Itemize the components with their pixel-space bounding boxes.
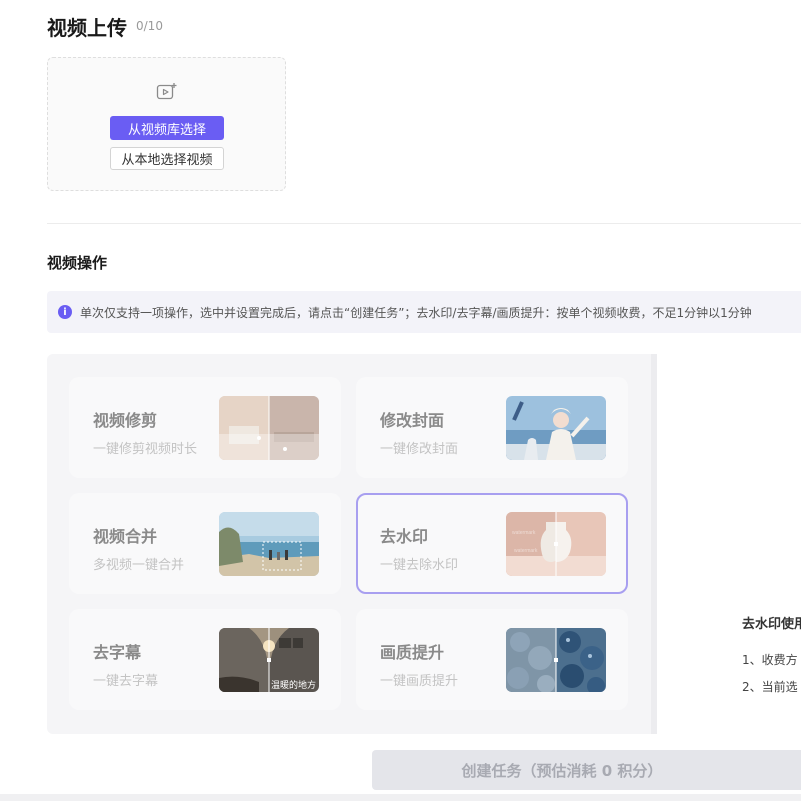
usage-title: 去水印使用	[742, 617, 801, 632]
card-title: 画质提升	[380, 643, 445, 662]
card-video-trim[interactable]: 视频修剪 一键修剪视频时长	[69, 377, 341, 478]
enhance-quality-thumbnail	[506, 628, 606, 692]
select-from-library-button[interactable]: 从视频库选择	[110, 116, 224, 140]
card-subtitle: 一键画质提升	[380, 674, 459, 689]
select-local-video-button[interactable]: 从本地选择视频	[110, 147, 224, 170]
card-title: 去字幕	[93, 643, 142, 662]
card-enhance-quality[interactable]: 画质提升 一键画质提升	[356, 609, 628, 710]
card-title: 修改封面	[380, 411, 445, 430]
create-task-button[interactable]: 创建任务（预估消耗 0 积分）	[372, 750, 801, 790]
notice-banner: i 单次仅支持一项操作，选中并设置完成后，请点击“创建任务”；去水印/去字幕/画…	[47, 291, 801, 333]
upload-dropzone[interactable]: 从视频库选择 从本地选择视频	[47, 57, 286, 191]
svg-text:watermark: watermark	[514, 548, 538, 554]
card-subtitle: 一键去字幕	[93, 674, 159, 689]
card-subtitle: 多视频一键合并	[93, 558, 185, 573]
remove-subtitles-thumbnail: 温暖的地方	[219, 628, 319, 692]
card-subtitle: 一键修改封面	[380, 442, 459, 457]
usage-line-2: 2、当前选	[742, 680, 798, 694]
video-add-icon	[156, 83, 177, 100]
operation-details-panel	[657, 354, 801, 734]
svg-text:watermark: watermark	[512, 530, 536, 536]
video-trim-thumbnail	[219, 396, 319, 460]
card-change-cover[interactable]: 修改封面 一键修改封面	[356, 377, 628, 478]
upload-section-title: 视频上传	[47, 16, 127, 40]
notice-text: 单次仅支持一项操作，选中并设置完成后，请点击“创建任务”；去水印/去字幕/画质提…	[80, 305, 752, 320]
video-merge-thumbnail	[219, 512, 319, 576]
usage-line-1: 1、收费方	[742, 653, 798, 667]
operations-section-title: 视频操作	[47, 254, 108, 272]
card-subtitle: 一键去除水印	[380, 558, 459, 573]
thumbnail-subtitle-caption: 温暖的地方	[271, 681, 317, 691]
bottom-bar	[0, 794, 801, 801]
card-subtitle: 一键修剪视频时长	[93, 442, 198, 457]
card-remove-subtitles[interactable]: 去字幕 一键去字幕 温暖的地方	[69, 609, 341, 710]
card-video-merge[interactable]: 视频合并 多视频一键合并	[69, 493, 341, 594]
remove-watermark-thumbnail: watermark watermark	[506, 512, 606, 576]
change-cover-thumbnail	[506, 396, 606, 460]
card-title: 视频修剪	[93, 411, 158, 430]
card-title: 视频合并	[93, 527, 158, 546]
info-icon: i	[58, 305, 72, 319]
operations-panel: 视频修剪 一键修剪视频时长 修改封面 一键修改封面 视频合并 多视频一键合并 去…	[47, 354, 801, 734]
section-divider	[47, 223, 801, 224]
upload-counter: 0/10	[136, 19, 163, 33]
card-remove-watermark[interactable]: 去水印 一键去除水印 watermark watermark	[356, 493, 628, 594]
card-title: 去水印	[380, 527, 429, 546]
